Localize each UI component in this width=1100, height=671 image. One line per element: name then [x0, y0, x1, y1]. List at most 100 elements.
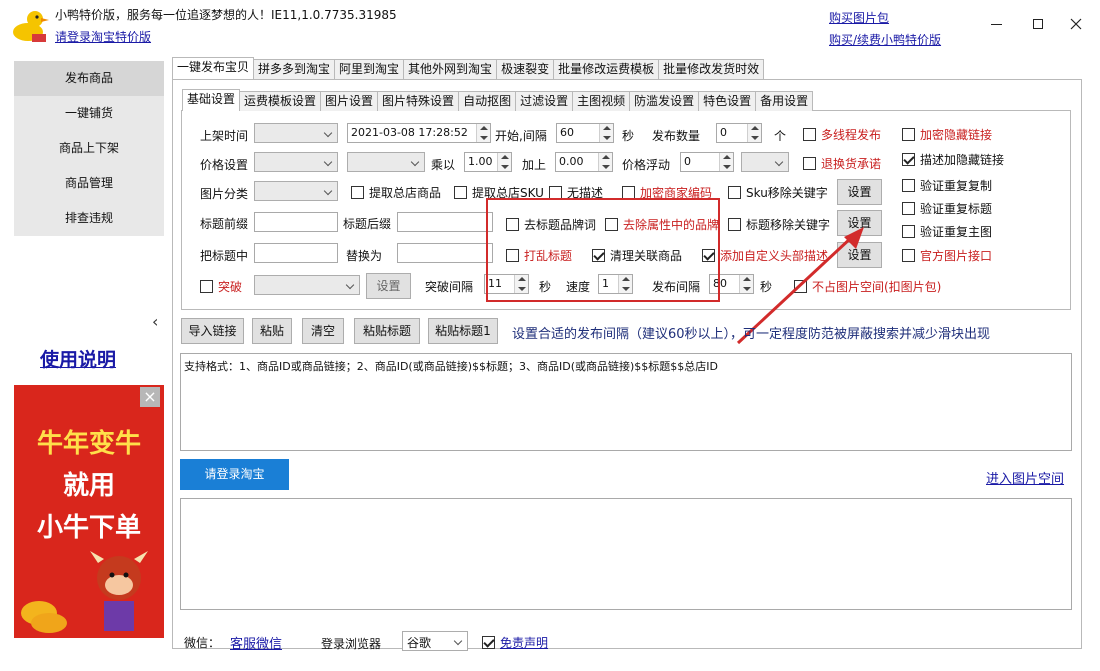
- sidebar: 发布商品 一键铺货 商品上下架 商品管理 排查违规: [14, 61, 164, 236]
- official-pic-api-checkbox[interactable]: 官方图片接口: [902, 247, 992, 264]
- title-prefix-label: 标题前缀: [200, 217, 249, 231]
- ad-banner[interactable]: × 牛年变牛 就用 小牛下单: [14, 385, 164, 638]
- buy-renew-link[interactable]: 购买/续费小鸭特价版: [829, 31, 941, 48]
- maximize-icon: [1033, 19, 1043, 29]
- subtab-filter[interactable]: 过滤设置: [515, 91, 574, 111]
- clear-button[interactable]: 清空: [302, 318, 344, 344]
- manual-link[interactable]: 使用说明: [40, 345, 116, 372]
- sidebar-item-one-click[interactable]: 一键铺货: [14, 96, 164, 131]
- minimize-button[interactable]: [985, 14, 1009, 34]
- interval-stepper[interactable]: 60: [556, 123, 614, 143]
- verify-dup-copy-checkbox[interactable]: 验证重复复制: [902, 177, 992, 194]
- tab-pdd-to-taobao[interactable]: 拼多多到淘宝: [253, 59, 336, 79]
- float-label: 价格浮动: [622, 158, 671, 172]
- breakthrough-select[interactable]: [254, 275, 360, 295]
- app-logo: [8, 8, 50, 42]
- float-stepper[interactable]: 0: [680, 152, 734, 172]
- add-stepper[interactable]: 0.00: [555, 152, 613, 172]
- buy-pic-pack-link[interactable]: 购买图片包: [829, 9, 889, 26]
- replace-in-title-label: 把标题中: [200, 249, 249, 263]
- subtab-auto-cutout[interactable]: 自动抠图: [458, 91, 517, 111]
- tab-batch-freight[interactable]: 批量修改运费模板: [553, 59, 660, 79]
- sku-settings-button[interactable]: 设置: [837, 179, 882, 205]
- tab-batch-delivery[interactable]: 批量修改发货时效: [658, 59, 765, 79]
- close-icon: [1070, 18, 1082, 30]
- float-unit-select[interactable]: [741, 152, 789, 172]
- start-interval-label: 开始,间隔: [495, 129, 547, 143]
- subtab-feature[interactable]: 特色设置: [698, 91, 757, 111]
- paste-button[interactable]: 粘贴: [252, 318, 292, 344]
- close-button[interactable]: [1064, 12, 1088, 36]
- price-label: 价格设置: [200, 158, 249, 172]
- multiply-label: 乘以: [431, 158, 456, 172]
- category-select[interactable]: [254, 181, 338, 201]
- ad-bull-mascot-icon: [21, 551, 148, 633]
- browser-select[interactable]: 谷歌: [402, 631, 468, 651]
- publish-count-stepper[interactable]: 0: [716, 123, 762, 143]
- shelf-time-select[interactable]: [254, 123, 338, 143]
- maximize-button[interactable]: [1027, 14, 1051, 34]
- window-title: 小鸭特价版，服务每一位追逐梦想的人！IE11,1.0.7735.31985: [55, 8, 397, 22]
- subtab-main-video[interactable]: 主图视频: [572, 91, 631, 111]
- paste-title-1-button[interactable]: 粘贴标题1: [428, 318, 498, 344]
- breakthrough-checkbox[interactable]: 突破: [200, 278, 242, 295]
- top-tab-bar: 一键发布宝贝 拼多多到淘宝 阿里到淘宝 其他外网到淘宝 极速裂变 批量修改运费模…: [172, 57, 765, 79]
- subtab-anti-spam[interactable]: 防滥发设置: [629, 91, 700, 111]
- price-mode-select[interactable]: [347, 152, 425, 172]
- verify-dup-main-checkbox[interactable]: 验证重复主图: [902, 223, 992, 240]
- title-prefix-input[interactable]: [254, 212, 338, 232]
- highlight-box: [486, 198, 720, 302]
- sku-remove-keyword-checkbox[interactable]: Sku移除关键字: [728, 184, 828, 201]
- break-interval-label: 突破间隔: [425, 280, 474, 294]
- login-taobao-link[interactable]: 请登录淘宝特价版: [55, 28, 151, 45]
- sidebar-collapse-icon[interactable]: ‹: [152, 312, 158, 331]
- subtab-image-special[interactable]: 图片特殊设置: [377, 91, 460, 111]
- verify-dup-title-checkbox[interactable]: 验证重复标题: [902, 200, 992, 217]
- tab-ali-to-taobao[interactable]: 阿里到淘宝: [334, 59, 405, 79]
- encrypt-hidden-link-checkbox[interactable]: 加密隐藏链接: [902, 126, 992, 143]
- minimize-icon: [991, 24, 1002, 25]
- subtab-image[interactable]: 图片设置: [320, 91, 379, 111]
- sidebar-item-manage[interactable]: 商品管理: [14, 166, 164, 201]
- sidebar-item-violation[interactable]: 排查违规: [14, 201, 164, 236]
- sidebar-item-shelf[interactable]: 商品上下架: [14, 131, 164, 166]
- paste-title-button[interactable]: 粘贴标题: [354, 318, 420, 344]
- replace-from-input[interactable]: [254, 243, 338, 263]
- publish-count-label: 发布数量: [652, 129, 701, 143]
- replace-with-label: 替换为: [346, 249, 383, 263]
- price-select[interactable]: [254, 152, 338, 172]
- import-links-button[interactable]: 导入链接: [181, 318, 244, 344]
- title-suffix-input[interactable]: [397, 212, 493, 232]
- refund-promise-checkbox[interactable]: 退换货承诺: [803, 155, 881, 172]
- links-textarea[interactable]: 支持格式：1、商品ID或商品链接；2、商品ID(或商品链接)$$标题；3、商品I…: [180, 353, 1072, 451]
- unit-ge-label: 个: [774, 129, 787, 143]
- desc-hidden-link-checkbox[interactable]: 描述加隐藏链接: [902, 151, 1004, 168]
- disclaimer-checkbox[interactable]: 免责声明: [482, 634, 548, 651]
- tab-other-to-taobao[interactable]: 其他外网到淘宝: [403, 59, 498, 79]
- sidebar-item-publish[interactable]: 发布商品: [14, 61, 164, 96]
- service-wechat-link[interactable]: 客服微信: [230, 633, 282, 652]
- title-suffix-label: 标题后缀: [343, 217, 392, 231]
- subtab-freight[interactable]: 运费模板设置: [239, 91, 322, 111]
- tab-fast-fission[interactable]: 极速裂变: [496, 59, 555, 79]
- login-taobao-button[interactable]: 请登录淘宝: [180, 459, 289, 490]
- category-label: 图片分类: [200, 187, 249, 201]
- subtab-backup[interactable]: 备用设置: [755, 91, 814, 111]
- log-area[interactable]: [180, 498, 1072, 610]
- breakthrough-settings-button[interactable]: 设置: [366, 273, 411, 299]
- ad-line-2: 就用: [62, 471, 115, 501]
- ad-line-3: 小牛下单: [36, 513, 141, 543]
- replace-to-input[interactable]: [397, 243, 493, 263]
- multithread-checkbox[interactable]: 多线程发布: [803, 126, 881, 143]
- ad-close-button[interactable]: ×: [140, 387, 160, 407]
- enter-pic-space-link[interactable]: 进入图片空间: [986, 468, 1064, 487]
- tab-one-click-publish[interactable]: 一键发布宝贝: [172, 57, 255, 79]
- multiply-stepper[interactable]: 1.00: [464, 152, 512, 172]
- fetch-store-goods-checkbox[interactable]: 提取总店商品: [351, 184, 441, 201]
- interval-hint: 设置合适的发布间隔（建议60秒以上），可一定程度防范被屏蔽搜索并减少滑块出现: [512, 327, 991, 342]
- datetime-input[interactable]: 2021-03-08 17:28:52: [347, 123, 491, 143]
- browser-label: 登录浏览器: [321, 637, 382, 651]
- sub-tab-bar: 基础设置 运费模板设置 图片设置 图片特殊设置 自动抠图 过滤设置 主图视频 防…: [182, 89, 814, 111]
- subtab-basic[interactable]: 基础设置: [182, 89, 241, 111]
- ad-line-1: 牛年变牛: [36, 429, 141, 459]
